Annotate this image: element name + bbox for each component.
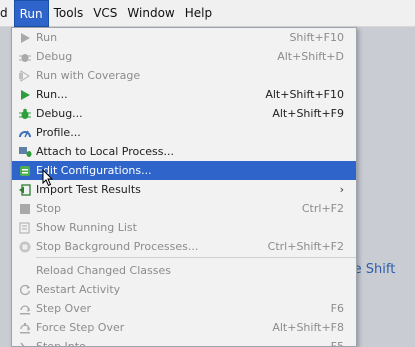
debug-icon	[18, 107, 32, 121]
coverage-icon	[18, 69, 32, 83]
step-over-icon	[18, 302, 32, 316]
menu-item-run-with-coverage[interactable]: Run with Coverage	[12, 66, 356, 85]
restart-icon	[18, 283, 32, 297]
stop-icon	[18, 202, 32, 216]
menu-window[interactable]: Window	[122, 0, 179, 27]
debug-icon	[18, 50, 32, 64]
menu-item-run-ellipsis[interactable]: Run... Alt+Shift+F10	[12, 85, 356, 104]
menu-item-run[interactable]: Run Shift+F10	[12, 28, 356, 47]
run-icon	[18, 31, 32, 45]
menu-item-stop-background-processes[interactable]: Stop Background Processes... Ctrl+Shift+…	[12, 237, 356, 256]
menu-item-debug-ellipsis[interactable]: Debug... Alt+Shift+F9	[12, 104, 356, 123]
menu-tools[interactable]: Tools	[49, 0, 89, 27]
menu-item-profile[interactable]: Profile...	[12, 123, 356, 142]
menu-item-force-step-over[interactable]: Force Step Over Alt+Shift+F8	[12, 318, 356, 337]
import-icon	[18, 183, 32, 197]
menu-help[interactable]: Help	[180, 0, 217, 27]
stop-bg-icon	[18, 240, 32, 254]
step-into-icon	[18, 340, 32, 346]
menu-separator	[36, 257, 356, 260]
menu-bar: d Run Tools VCS Window Help	[0, 0, 415, 27]
edit-config-icon	[18, 164, 32, 178]
menu-item-stop[interactable]: Stop Ctrl+F2	[12, 199, 356, 218]
menu-item-reload-changed-classes[interactable]: Reload Changed Classes	[12, 261, 356, 280]
profile-icon	[18, 126, 32, 140]
menu-item-edit-configurations[interactable]: Edit Configurations...	[12, 161, 356, 180]
mouse-cursor-icon	[42, 169, 54, 187]
submenu-arrow-icon: ›	[339, 183, 344, 196]
run-menu-dropdown: Run Shift+F10 Debug Alt+Shift+D Run with…	[11, 27, 357, 347]
attach-icon	[18, 145, 32, 159]
list-icon	[18, 221, 32, 235]
menu-run[interactable]: Run	[13, 0, 49, 27]
menu-item-step-into[interactable]: Step Into F5	[12, 337, 356, 346]
menu-item-debug[interactable]: Debug Alt+Shift+D	[12, 47, 356, 66]
menu-item-attach-to-local-process[interactable]: Attach to Local Process...	[12, 142, 356, 161]
menu-item-restart-activity[interactable]: Restart Activity	[12, 280, 356, 299]
menu-item-show-running-list[interactable]: Show Running List	[12, 218, 356, 237]
force-step-over-icon	[18, 321, 32, 335]
menu-vcs[interactable]: VCS	[88, 0, 122, 27]
menu-item-step-over[interactable]: Step Over F6	[12, 299, 356, 318]
menu-item-import-test-results[interactable]: Import Test Results ›	[12, 180, 356, 199]
run-icon	[18, 88, 32, 102]
menu-build-partial[interactable]: d	[0, 0, 14, 27]
